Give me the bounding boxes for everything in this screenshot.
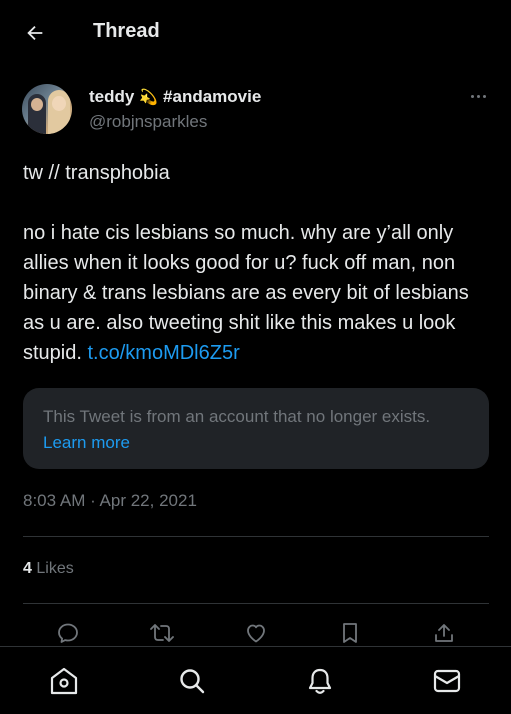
tweet-body: no i hate cis lesbians so much. why are …: [23, 218, 493, 368]
more-options-button[interactable]: [466, 86, 490, 106]
bookmark-icon: [343, 623, 357, 643]
learn-more-link[interactable]: Learn more: [43, 433, 130, 452]
thread-header: Thread: [0, 0, 511, 66]
more-icon: [470, 94, 474, 98]
author-name[interactable]: teddy: [89, 87, 134, 107]
home-icon: [50, 667, 78, 695]
author-handle[interactable]: @robjnsparkles: [89, 112, 207, 132]
nav-messages[interactable]: [431, 665, 463, 697]
bottom-navigation: [0, 647, 511, 714]
author-name-row[interactable]: teddy 💫 #andamovie: [89, 87, 261, 107]
retweet-button[interactable]: [149, 620, 175, 646]
likes-label: Likes: [36, 560, 74, 577]
tweet-link[interactable]: t.co/kmoMDl6Z5r: [88, 342, 240, 364]
content-warning: tw // transphobia: [23, 162, 170, 184]
share-button[interactable]: [431, 620, 457, 646]
avatar[interactable]: [22, 84, 72, 134]
share-icon: [435, 624, 453, 642]
reply-icon: [58, 623, 78, 643]
action-bar: [23, 620, 489, 648]
search-icon: [180, 669, 205, 694]
tweet-timestamp[interactable]: 8:03 AM · Apr 22, 2021: [23, 491, 197, 511]
shooting-star-emoji: 💫: [139, 89, 159, 106]
tweet-text: tw // transphobia no i hate cis lesbians…: [23, 158, 493, 368]
retweet-icon: [150, 624, 174, 642]
notifications-icon: [308, 668, 332, 694]
like-icon: [247, 624, 265, 643]
bookmark-button[interactable]: [337, 620, 363, 646]
nav-home[interactable]: [48, 665, 80, 697]
reply-button[interactable]: [55, 620, 81, 646]
divider: [23, 603, 489, 604]
quote-notice: This Tweet is from an account that no lo…: [43, 407, 431, 426]
page-title: Thread: [93, 20, 160, 42]
arrow-left-icon: [27, 25, 43, 41]
divider: [23, 536, 489, 537]
back-button[interactable]: [20, 18, 50, 48]
nav-notifications[interactable]: [304, 665, 336, 697]
unavailable-quote-box: This Tweet is from an account that no lo…: [23, 388, 489, 469]
author-hashtag: #andamovie: [163, 87, 262, 106]
likes-count[interactable]: 4 Likes: [23, 560, 74, 578]
messages-icon: [433, 669, 461, 693]
like-button[interactable]: [243, 620, 269, 646]
nav-search[interactable]: [176, 665, 208, 697]
likes-number: 4: [23, 560, 32, 577]
